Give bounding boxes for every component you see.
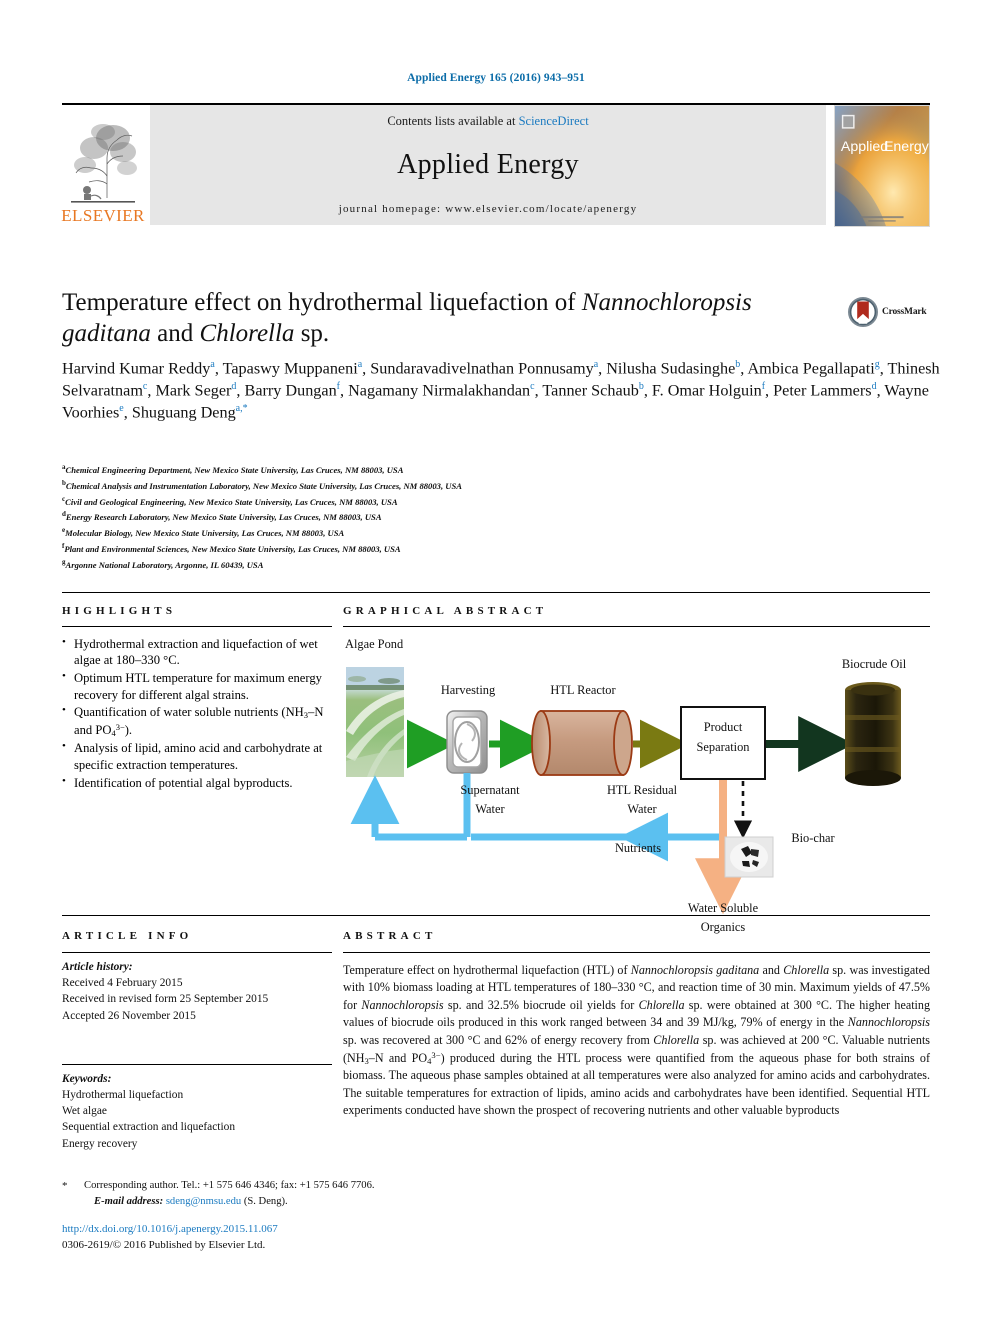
biocrude-oil-drum [845, 682, 901, 786]
keyword-item: Energy recovery [62, 1137, 138, 1150]
affiliation-item: dEnergy Research Laboratory, New Mexico … [62, 510, 382, 523]
highlight-item: Hydrothermal extraction and liquefaction… [62, 635, 332, 669]
email-owner: (S. Deng). [243, 1195, 288, 1207]
label-product-separation-line2: Separation [696, 740, 750, 754]
label-water-soluble-line1: Water Soluble [687, 901, 759, 915]
keyword-item: Hydrothermal liquefaction [62, 1088, 184, 1101]
article-info-section: ARTICLE INFO Article history: Received 4… [62, 930, 332, 1152]
article-history-item: Received in revised form 25 September 20… [62, 993, 269, 1006]
title-part-pre: Temperature effect on hydrothermal lique… [62, 289, 582, 316]
doi-link[interactable]: http://dx.doi.org/10.1016/j.apenergy.201… [62, 1222, 562, 1238]
abstract-heading: ABSTRACT [343, 930, 437, 942]
abstract-section: ABSTRACT Temperature effect on hydrother… [343, 930, 930, 1120]
journal-cover-thumbnail[interactable]: Applied Energy [834, 105, 930, 227]
harvester-icon [446, 710, 488, 774]
title-part-end: sp. [294, 319, 330, 347]
article-history-block: Article history: Received 4 February 201… [62, 959, 332, 1024]
highlights-heading: HIGHLIGHTS [62, 605, 177, 617]
highlights-section: HIGHLIGHTS Hydrothermal extraction and l… [62, 605, 332, 792]
footnote-asterisk: * [62, 1180, 68, 1192]
sciencedirect-link[interactable]: ScienceDirect [519, 114, 589, 128]
title-species-1: Nannochloropsis [581, 289, 752, 316]
affiliation-item: gArgonne National Laboratory, Argonne, I… [62, 557, 264, 570]
label-algae-pond: Algae Pond [345, 637, 404, 651]
crossmark-badge[interactable]: CrossMark [848, 292, 940, 332]
algae-pond-photo [346, 667, 404, 777]
highlight-item: Identification of potential algal byprod… [62, 773, 332, 791]
svg-text:Applied: Applied [841, 139, 888, 155]
journal-homepage-link[interactable]: journal homepage: www.elsevier.com/locat… [339, 203, 638, 215]
affiliation-item: aChemical Engineering Department, New Me… [62, 463, 404, 475]
svg-text:Energy: Energy [884, 139, 929, 155]
label-supernatant-line1: Supernatant [460, 783, 520, 797]
corresponding-author-line: Corresponding author. Tel.: +1 575 646 4… [84, 1180, 375, 1191]
article-history-list: Received 4 February 2015 Received in revi… [62, 975, 332, 1024]
label-htl-residual-line2: Water [627, 802, 657, 816]
elsevier-logo: ELSEVIER [61, 105, 145, 225]
biochar-sample-photo [724, 836, 774, 878]
contents-available-line: Contents lists available at ScienceDirec… [387, 114, 588, 129]
divider-above-article-info [62, 915, 930, 916]
title-conjunction: and [150, 319, 200, 347]
author-list: Harvind Kumar Reddya, Tapaswy Muppanenia… [62, 359, 940, 422]
keywords-label: Keywords: [62, 1072, 112, 1085]
highlight-item: Quantification of water soluble nutrient… [62, 703, 332, 738]
crossmark-label: CrossMark [882, 307, 927, 317]
divider-above-highlights [62, 592, 930, 593]
article-info-heading: ARTICLE INFO [62, 930, 193, 942]
label-harvesting: Harvesting [440, 683, 496, 697]
label-supernatant-line2: Water [475, 802, 505, 816]
article-history-label: Article history: [62, 961, 133, 973]
corresponding-author-footnote: * Corresponding author. Tel.: +1 575 646… [62, 1178, 562, 1210]
label-nutrients: Nutrients [614, 841, 662, 855]
title-species-3: Chlorella [199, 319, 295, 347]
abstract-text: Temperature effect on hydrothermal lique… [343, 963, 931, 1118]
htl-reactor-vessel [531, 710, 633, 776]
keywords-block: Keywords: Hydrothermal liquefaction Wet a… [62, 1071, 332, 1152]
affiliation-list: aChemical Engineering Department, New Me… [62, 462, 762, 572]
label-biocrude-oil: Biocrude Oil [841, 657, 907, 671]
label-biochar: Bio-char [791, 831, 835, 845]
affiliation-item: bChemical Analysis and Instrumentation L… [62, 478, 462, 491]
email-line: E-mail address: sdeng@nmsu.edu (S. Deng)… [62, 1194, 562, 1210]
keyword-item: Wet algae [62, 1105, 107, 1118]
title-species-2: gaditana [62, 319, 151, 347]
highlights-list: Hydrothermal extraction and liquefaction… [62, 635, 332, 791]
affiliation-item: cCivil and Geological Engineering, New M… [62, 494, 398, 507]
journal-cover-art: Applied Energy [835, 106, 929, 226]
contents-prefix: Contents lists available at [387, 114, 519, 128]
affiliation-item: eMolecular Biology, New Mexico State Uni… [62, 526, 345, 538]
crossmark-icon [848, 297, 878, 327]
journal-banner: Contents lists available at ScienceDirec… [150, 105, 826, 225]
article-history-item: Accepted 26 November 2015 [62, 1009, 196, 1022]
email-link[interactable]: sdeng@nmsu.edu [166, 1196, 241, 1207]
elsevier-wordmark: ELSEVIER [61, 206, 145, 225]
issn-copyright-line: 0306-2619/© 2016 Published by Elsevier L… [62, 1238, 266, 1251]
label-htl-reactor: HTL Reactor [550, 683, 616, 697]
highlight-item: Analysis of lipid, amino acid and carboh… [62, 739, 332, 773]
doi-copyright-block: http://dx.doi.org/10.1016/j.apenergy.201… [62, 1222, 562, 1254]
running-head: Applied Energy 165 (2016) 943–951 [407, 72, 585, 84]
process-flow-diagram [346, 667, 901, 915]
page-title: Temperature effect on hydrothermal lique… [62, 288, 832, 349]
label-htl-residual-line1: HTL Residual [606, 783, 678, 797]
journal-title: Applied Energy [397, 149, 579, 180]
keywords-list: Hydrothermal liquefaction Wet algae Sequen… [62, 1087, 332, 1152]
keyword-item: Sequential extraction and liquefaction [62, 1121, 236, 1134]
journal-masthead: ELSEVIER Contents lists available at Sci… [61, 103, 930, 227]
journal-article-first-page: Applied Energy 165 (2016) 943–951 ELSEVI… [0, 0, 992, 1323]
graphical-abstract-figure: Algae Pond Harvesting HTL Reactor Biocru… [343, 635, 930, 934]
graphical-abstract-section: GRAPHICAL ABSTRACT Algae Pond Harvesting… [343, 605, 930, 934]
email-label: E-mail address: [94, 1195, 164, 1207]
highlight-item: Optimum HTL temperature for maximum ener… [62, 669, 332, 703]
affiliation-item: fPlant and Environmental Sciences, New M… [62, 541, 401, 554]
label-product-separation-line1: Product [703, 720, 743, 734]
article-history-item: Received 4 February 2015 [62, 977, 183, 990]
graphical-abstract-heading: GRAPHICAL ABSTRACT [343, 605, 548, 617]
elsevier-tree-icon [71, 124, 137, 203]
